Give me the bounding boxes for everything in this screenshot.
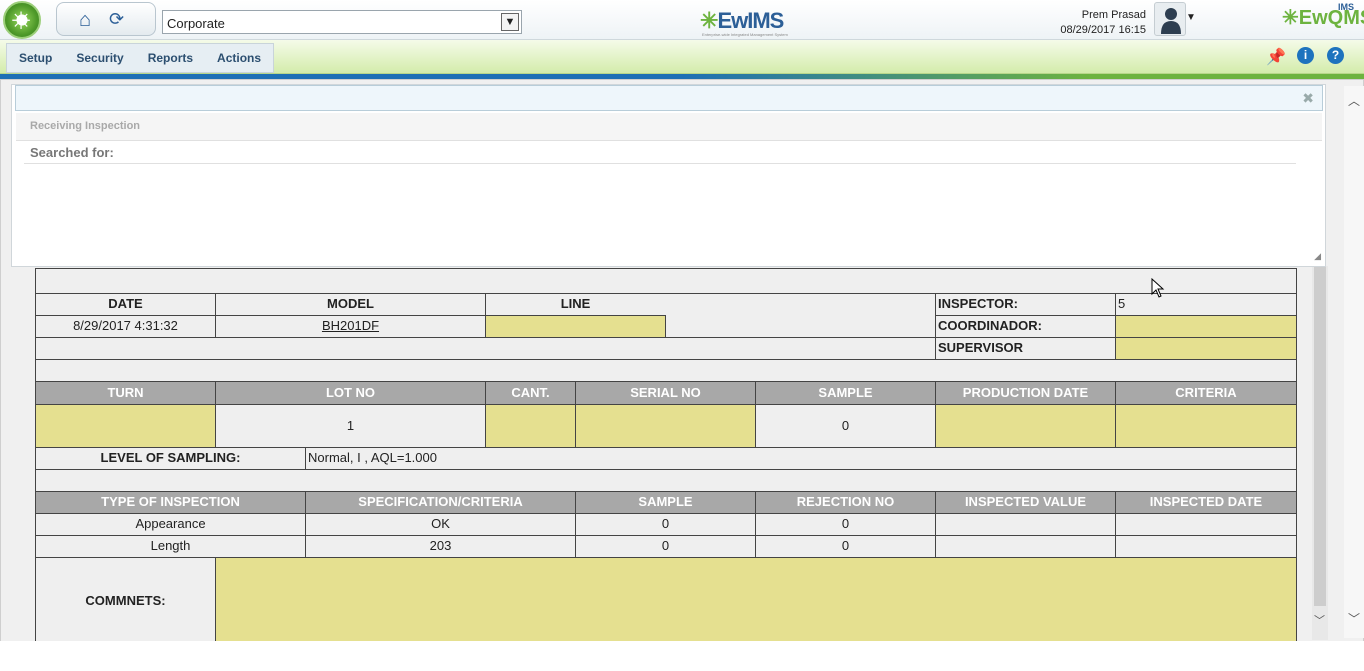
- criteria-input[interactable]: [1115, 404, 1297, 448]
- company-select[interactable]: Corporate ▼: [162, 10, 522, 34]
- separator-row-2: [35, 469, 1297, 492]
- insp-sample-header: SAMPLE: [575, 491, 756, 514]
- supervisor-label: SUPERVISOR: [935, 337, 1116, 360]
- company-select-value: Corporate: [167, 16, 225, 31]
- table-cell: 0: [755, 513, 936, 536]
- date-header: DATE: [35, 293, 216, 316]
- comments-label: COMMNETS:: [35, 557, 216, 645]
- close-icon[interactable]: ✖: [1302, 90, 1314, 107]
- level-of-sampling-label: LEVEL OF SAMPLING:: [35, 447, 306, 470]
- model-link[interactable]: BH201DF: [215, 315, 486, 338]
- info-icon[interactable]: i: [1297, 47, 1314, 64]
- separator-row: [35, 359, 1297, 382]
- form-scroll-thumb[interactable]: [1314, 266, 1326, 606]
- page-scrollbar[interactable]: ︿ ﹀: [1344, 86, 1364, 638]
- production-date-header: PRODUCTION DATE: [935, 381, 1116, 405]
- inspector-label: INSPECTOR:: [935, 293, 1116, 316]
- table-cell: 0: [755, 535, 936, 558]
- lot-no-value: 1: [215, 404, 486, 448]
- sample-header: SAMPLE: [755, 381, 936, 405]
- model-header: MODEL: [215, 293, 486, 316]
- menu-setup[interactable]: Setup: [7, 44, 64, 72]
- inspected-date-input[interactable]: [1115, 535, 1297, 558]
- breadcrumb: Receiving Inspection: [16, 113, 1322, 141]
- mouse-cursor-icon: [1151, 278, 1165, 298]
- rejection-no-header: REJECTION NO: [755, 491, 936, 514]
- table-row: Appearance: [35, 513, 306, 536]
- help-icon[interactable]: ?: [1327, 47, 1344, 64]
- menu-actions[interactable]: Actions: [205, 44, 273, 72]
- comments-textarea[interactable]: [215, 557, 1297, 645]
- ewqms-sup: IMS: [1338, 2, 1355, 12]
- inspected-value-input[interactable]: [935, 513, 1116, 536]
- spacer-cell: [665, 293, 936, 316]
- breadcrumb-item[interactable]: Receiving Inspection: [30, 120, 140, 132]
- form-scrollbar[interactable]: ﹀: [1312, 266, 1328, 640]
- top-bar: ✳ ⌂ ⟳ Corporate ▼ ✳EwIMS Enterprise-wide …: [0, 0, 1364, 40]
- ewims-logo-text: EwIMS: [717, 8, 784, 33]
- table-cell: 0: [575, 535, 756, 558]
- ewims-tagline: Enterprise-wide Integrated Management Sy…: [702, 32, 788, 37]
- serial-no-input[interactable]: [575, 404, 756, 448]
- date-value: 8/29/2017 4:31:32: [35, 315, 216, 338]
- resize-grip-icon[interactable]: ◢: [1314, 251, 1321, 262]
- table-cell: OK: [305, 513, 576, 536]
- search-panel: ✖ Receiving Inspection Searched for: ◢: [11, 84, 1326, 267]
- home-icon[interactable]: ⌂: [79, 9, 91, 32]
- supervisor-input[interactable]: [1115, 337, 1297, 360]
- main-menu: Setup Security Reports Actions: [6, 43, 275, 73]
- specification-header: SPECIFICATION/CRITERIA: [305, 491, 576, 514]
- nav-buttons: ⌂ ⟳: [56, 2, 156, 36]
- lot-no-header: LOT NO: [215, 381, 486, 405]
- inspected-date-header: INSPECTED DATE: [1115, 491, 1297, 514]
- user-info: Prem Prasad 08/29/2017 16:15: [1060, 8, 1146, 38]
- line-header: LINE: [485, 293, 666, 316]
- coordinador-label: COORDINADOR:: [935, 315, 1116, 338]
- chevron-down-icon[interactable]: ▼: [501, 13, 519, 31]
- user-name: Prem Prasad: [1081, 9, 1146, 21]
- table-cell: 0: [575, 513, 756, 536]
- refresh-icon[interactable]: ⟳: [109, 9, 124, 30]
- criteria-header: CRITERIA: [1115, 381, 1297, 405]
- ewqms-logo-text: EwQMS: [1298, 7, 1364, 29]
- pin-icon[interactable]: 📌: [1266, 47, 1286, 67]
- cant-header: CANT.: [485, 381, 576, 405]
- level-of-sampling-value: Normal, I , AQL=1.000: [305, 447, 1297, 470]
- inspector-value[interactable]: 5: [1115, 293, 1297, 316]
- menu-bar: Setup Security Reports Actions 📌 i ?: [0, 40, 1364, 74]
- menu-security[interactable]: Security: [64, 44, 135, 72]
- inspected-date-input[interactable]: [1115, 513, 1297, 536]
- cant-input[interactable]: [485, 404, 576, 448]
- divider: [24, 163, 1296, 164]
- coordinador-input[interactable]: [1115, 315, 1297, 338]
- form-scroll-down-icon[interactable]: ﹀: [1314, 612, 1325, 628]
- user-menu-caret-icon[interactable]: ▼: [1186, 12, 1196, 23]
- inspected-value-input[interactable]: [935, 535, 1116, 558]
- turn-header: TURN: [35, 381, 216, 405]
- serial-no-header: SERIAL NO: [575, 381, 756, 405]
- page-bottom: [0, 641, 1364, 671]
- turn-input[interactable]: [35, 404, 216, 448]
- scroll-up-icon[interactable]: ︿: [1348, 92, 1360, 109]
- ewqms-logo: ✳EwQMSIMS: [1282, 2, 1364, 30]
- table-row: Length: [35, 535, 306, 558]
- user-datetime: 08/29/2017 16:15: [1060, 24, 1146, 36]
- blank-row: [35, 337, 936, 360]
- sample-value: 0: [755, 404, 936, 448]
- form-top-row: [35, 268, 1297, 294]
- searched-for-label: Searched for:: [30, 145, 114, 160]
- scroll-down-icon[interactable]: ﹀: [1348, 610, 1360, 627]
- line-input[interactable]: [485, 315, 666, 338]
- production-date-input[interactable]: [935, 404, 1116, 448]
- avatar[interactable]: [1154, 2, 1186, 36]
- app-logo-icon[interactable]: ✳: [3, 1, 41, 39]
- menu-reports[interactable]: Reports: [136, 44, 205, 72]
- ewims-logo: ✳EwIMS Enterprise-wide Integrated Managem…: [700, 8, 788, 37]
- panel-header: ✖: [15, 85, 1323, 111]
- type-of-inspection-header: TYPE OF INSPECTION: [35, 491, 306, 514]
- table-cell: 203: [305, 535, 576, 558]
- inspected-value-header: INSPECTED VALUE: [935, 491, 1116, 514]
